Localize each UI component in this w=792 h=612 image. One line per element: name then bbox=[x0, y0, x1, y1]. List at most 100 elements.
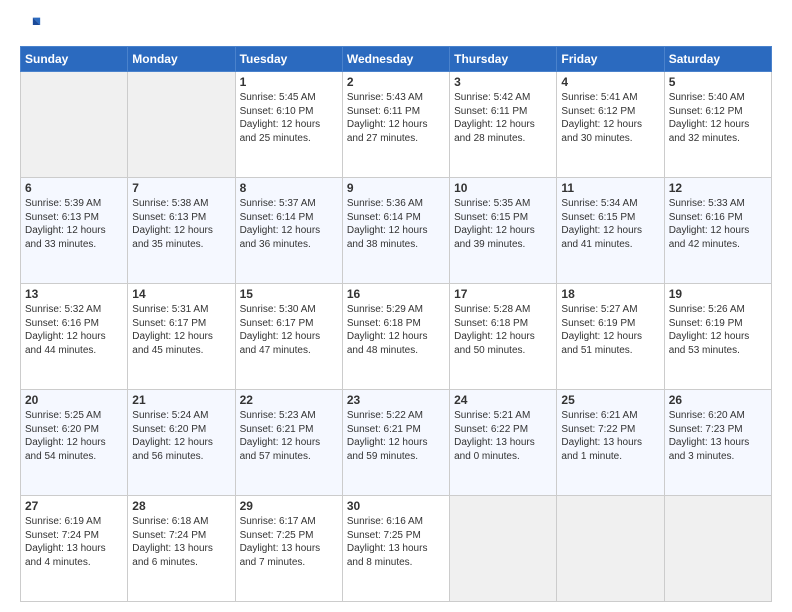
day-number: 2 bbox=[347, 75, 445, 89]
day-info: Sunrise: 5:36 AM Sunset: 6:14 PM Dayligh… bbox=[347, 197, 445, 251]
day-number: 11 bbox=[561, 181, 659, 195]
calendar-cell: 20 Sunrise: 5:25 AM Sunset: 6:20 PM Dayli… bbox=[21, 390, 128, 496]
calendar-week-row: 6 Sunrise: 5:39 AM Sunset: 6:13 PM Daylig… bbox=[21, 178, 772, 284]
day-info: Sunrise: 5:26 AM Sunset: 6:19 PM Dayligh… bbox=[669, 303, 767, 357]
calendar-cell: 9 Sunrise: 5:36 AM Sunset: 6:14 PM Daylig… bbox=[342, 178, 449, 284]
calendar-week-row: 27 Sunrise: 6:19 AM Sunset: 7:24 PM Dayli… bbox=[21, 496, 772, 602]
day-number: 28 bbox=[132, 499, 230, 513]
day-info: Sunrise: 5:28 AM Sunset: 6:18 PM Dayligh… bbox=[454, 303, 552, 357]
calendar-cell: 17 Sunrise: 5:28 AM Sunset: 6:18 PM Dayli… bbox=[450, 284, 557, 390]
calendar-cell: 11 Sunrise: 5:34 AM Sunset: 6:15 PM Dayli… bbox=[557, 178, 664, 284]
weekday-header-wednesday: Wednesday bbox=[342, 47, 449, 72]
calendar-cell bbox=[128, 72, 235, 178]
calendar-cell bbox=[450, 496, 557, 602]
calendar-cell bbox=[21, 72, 128, 178]
day-info: Sunrise: 5:39 AM Sunset: 6:13 PM Dayligh… bbox=[25, 197, 123, 251]
day-info: Sunrise: 5:41 AM Sunset: 6:12 PM Dayligh… bbox=[561, 91, 659, 145]
logo bbox=[20, 16, 44, 36]
calendar-cell: 18Sunrise: 5:27 AM Sunset: 6:19 PM Dayli… bbox=[557, 284, 664, 390]
day-info: Sunrise: 5:45 AM Sunset: 6:10 PM Dayligh… bbox=[240, 91, 338, 145]
calendar-cell: 25 Sunrise: 6:21 AM Sunset: 7:22 PM Dayli… bbox=[557, 390, 664, 496]
calendar-cell: 26Sunrise: 6:20 AM Sunset: 7:23 PM Dayli… bbox=[664, 390, 771, 496]
weekday-header-saturday: Saturday bbox=[664, 47, 771, 72]
day-number: 1 bbox=[240, 75, 338, 89]
calendar-cell: 24Sunrise: 5:21 AM Sunset: 6:22 PM Dayli… bbox=[450, 390, 557, 496]
day-info: Sunrise: 6:16 AM Sunset: 7:25 PM Dayligh… bbox=[347, 515, 445, 569]
calendar-cell: 30 Sunrise: 6:16 AM Sunset: 7:25 PM Dayli… bbox=[342, 496, 449, 602]
day-number: 15 bbox=[240, 287, 338, 301]
day-info: Sunrise: 5:34 AM Sunset: 6:15 PM Dayligh… bbox=[561, 197, 659, 251]
calendar-cell: 12 Sunrise: 5:33 AM Sunset: 6:16 PM Dayli… bbox=[664, 178, 771, 284]
day-number: 20 bbox=[25, 393, 123, 407]
day-number: 6 bbox=[25, 181, 123, 195]
calendar-cell: 15 Sunrise: 5:30 AM Sunset: 6:17 PM Dayli… bbox=[235, 284, 342, 390]
day-number: 14 bbox=[132, 287, 230, 301]
day-number: 10 bbox=[454, 181, 552, 195]
day-number: 9 bbox=[347, 181, 445, 195]
day-number: 3 bbox=[454, 75, 552, 89]
day-number: 17 bbox=[454, 287, 552, 301]
day-number: 30 bbox=[347, 499, 445, 513]
day-info: Sunrise: 5:31 AM Sunset: 6:17 PM Dayligh… bbox=[132, 303, 230, 357]
day-info: Sunrise: 5:25 AM Sunset: 6:20 PM Dayligh… bbox=[25, 409, 123, 463]
header bbox=[20, 16, 772, 36]
day-info: Sunrise: 5:29 AM Sunset: 6:18 PM Dayligh… bbox=[347, 303, 445, 357]
calendar-week-row: 13 Sunrise: 5:32 AM Sunset: 6:16 PM Dayli… bbox=[21, 284, 772, 390]
calendar-cell: 4 Sunrise: 5:41 AM Sunset: 6:12 PM Daylig… bbox=[557, 72, 664, 178]
day-number: 4 bbox=[561, 75, 659, 89]
day-info: Sunrise: 5:32 AM Sunset: 6:16 PM Dayligh… bbox=[25, 303, 123, 357]
day-info: Sunrise: 5:24 AM Sunset: 6:20 PM Dayligh… bbox=[132, 409, 230, 463]
weekday-header-friday: Friday bbox=[557, 47, 664, 72]
day-number: 16 bbox=[347, 287, 445, 301]
calendar-table: SundayMondayTuesdayWednesdayThursdayFrid… bbox=[20, 46, 772, 602]
weekday-header-thursday: Thursday bbox=[450, 47, 557, 72]
day-info: Sunrise: 6:21 AM Sunset: 7:22 PM Dayligh… bbox=[561, 409, 659, 463]
calendar-cell: 8Sunrise: 5:37 AM Sunset: 6:14 PM Daylig… bbox=[235, 178, 342, 284]
day-info: Sunrise: 5:21 AM Sunset: 6:22 PM Dayligh… bbox=[454, 409, 552, 463]
weekday-header-monday: Monday bbox=[128, 47, 235, 72]
day-number: 21 bbox=[132, 393, 230, 407]
day-number: 25 bbox=[561, 393, 659, 407]
day-number: 7 bbox=[132, 181, 230, 195]
calendar-cell: 3Sunrise: 5:42 AM Sunset: 6:11 PM Daylig… bbox=[450, 72, 557, 178]
day-info: Sunrise: 5:33 AM Sunset: 6:16 PM Dayligh… bbox=[669, 197, 767, 251]
calendar-cell: 21 Sunrise: 5:24 AM Sunset: 6:20 PM Dayli… bbox=[128, 390, 235, 496]
day-info: Sunrise: 5:22 AM Sunset: 6:21 PM Dayligh… bbox=[347, 409, 445, 463]
day-info: Sunrise: 5:27 AM Sunset: 6:19 PM Dayligh… bbox=[561, 303, 659, 357]
calendar-cell: 22 Sunrise: 5:23 AM Sunset: 6:21 PM Dayli… bbox=[235, 390, 342, 496]
calendar-week-row: 1 Sunrise: 5:45 AM Sunset: 6:10 PM Daylig… bbox=[21, 72, 772, 178]
day-number: 29 bbox=[240, 499, 338, 513]
calendar-cell: 2Sunrise: 5:43 AM Sunset: 6:11 PM Daylig… bbox=[342, 72, 449, 178]
day-info: Sunrise: 6:19 AM Sunset: 7:24 PM Dayligh… bbox=[25, 515, 123, 569]
day-number: 19 bbox=[669, 287, 767, 301]
calendar-cell bbox=[557, 496, 664, 602]
day-info: Sunrise: 5:37 AM Sunset: 6:14 PM Dayligh… bbox=[240, 197, 338, 251]
calendar-cell: 27 Sunrise: 6:19 AM Sunset: 7:24 PM Dayli… bbox=[21, 496, 128, 602]
day-number: 5 bbox=[669, 75, 767, 89]
day-number: 13 bbox=[25, 287, 123, 301]
calendar-cell: 10 Sunrise: 5:35 AM Sunset: 6:15 PM Dayli… bbox=[450, 178, 557, 284]
day-info: Sunrise: 5:38 AM Sunset: 6:13 PM Dayligh… bbox=[132, 197, 230, 251]
calendar-cell: 14 Sunrise: 5:31 AM Sunset: 6:17 PM Dayli… bbox=[128, 284, 235, 390]
day-info: Sunrise: 5:23 AM Sunset: 6:21 PM Dayligh… bbox=[240, 409, 338, 463]
calendar-cell: 13 Sunrise: 5:32 AM Sunset: 6:16 PM Dayli… bbox=[21, 284, 128, 390]
page: SundayMondayTuesdayWednesdayThursdayFrid… bbox=[0, 0, 792, 612]
day-number: 12 bbox=[669, 181, 767, 195]
calendar-cell: 6 Sunrise: 5:39 AM Sunset: 6:13 PM Daylig… bbox=[21, 178, 128, 284]
day-number: 27 bbox=[25, 499, 123, 513]
day-number: 26 bbox=[669, 393, 767, 407]
weekday-header-tuesday: Tuesday bbox=[235, 47, 342, 72]
calendar-cell bbox=[664, 496, 771, 602]
day-number: 22 bbox=[240, 393, 338, 407]
weekday-header-sunday: Sunday bbox=[21, 47, 128, 72]
day-info: Sunrise: 5:30 AM Sunset: 6:17 PM Dayligh… bbox=[240, 303, 338, 357]
calendar-cell: 19 Sunrise: 5:26 AM Sunset: 6:19 PM Dayli… bbox=[664, 284, 771, 390]
calendar-week-row: 20 Sunrise: 5:25 AM Sunset: 6:20 PM Dayli… bbox=[21, 390, 772, 496]
day-info: Sunrise: 5:40 AM Sunset: 6:12 PM Dayligh… bbox=[669, 91, 767, 145]
day-number: 23 bbox=[347, 393, 445, 407]
calendar-header-row: SundayMondayTuesdayWednesdayThursdayFrid… bbox=[21, 47, 772, 72]
day-info: Sunrise: 5:35 AM Sunset: 6:15 PM Dayligh… bbox=[454, 197, 552, 251]
calendar-cell: 16 Sunrise: 5:29 AM Sunset: 6:18 PM Dayli… bbox=[342, 284, 449, 390]
calendar-cell: 28Sunrise: 6:18 AM Sunset: 7:24 PM Dayli… bbox=[128, 496, 235, 602]
calendar-cell: 7 Sunrise: 5:38 AM Sunset: 6:13 PM Daylig… bbox=[128, 178, 235, 284]
